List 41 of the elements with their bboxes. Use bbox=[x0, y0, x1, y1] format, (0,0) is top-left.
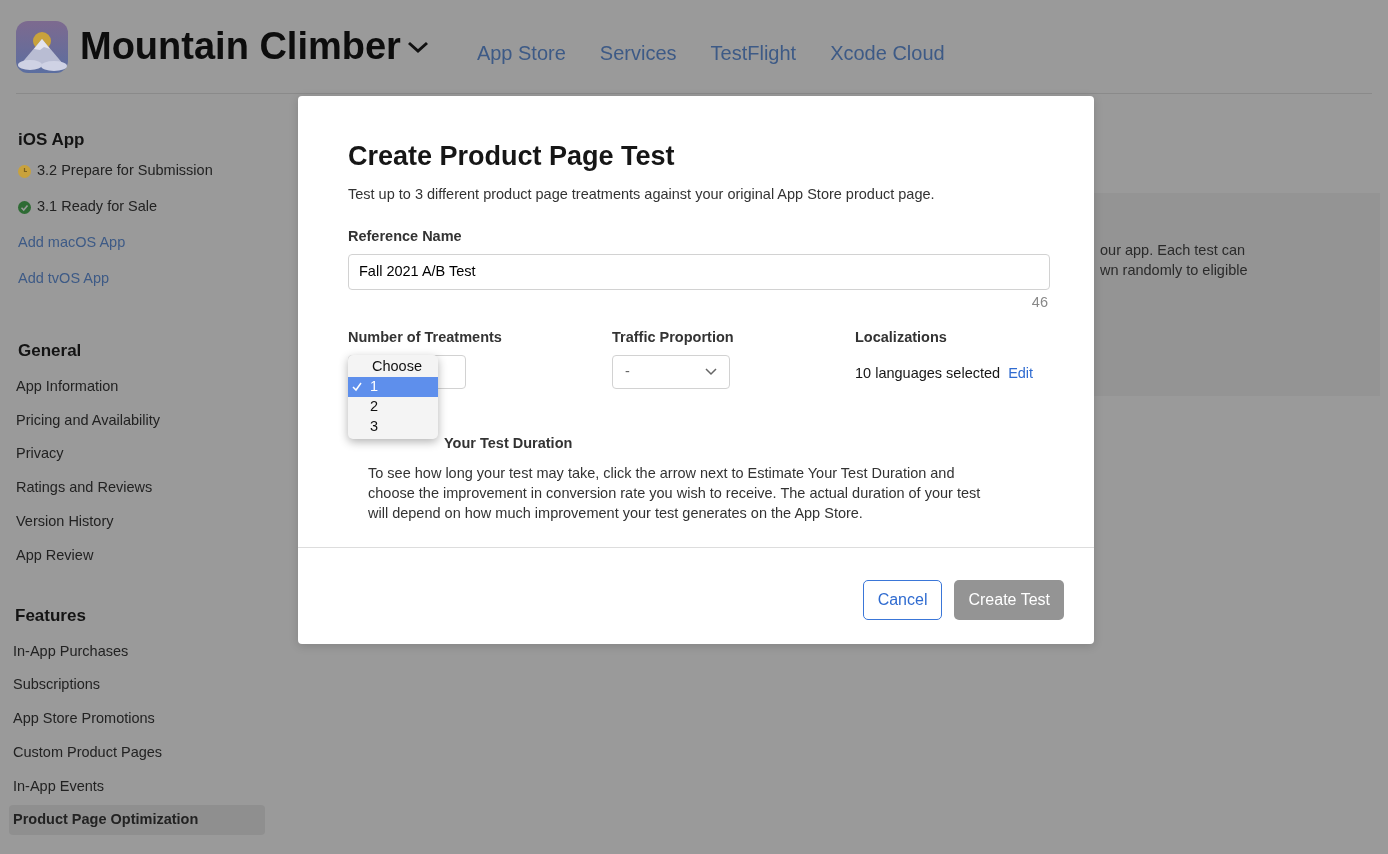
section-heading: General bbox=[18, 341, 83, 362]
sidebar-item[interactable]: In-App Purchases bbox=[9, 636, 265, 667]
sidebar-item[interactable]: App Information bbox=[12, 371, 265, 402]
sidebar-item[interactable]: Custom Product Pages bbox=[9, 737, 265, 768]
field-label: Number of Treatments bbox=[348, 328, 503, 348]
sidebar-item[interactable]: Ratings and Reviews bbox=[12, 473, 265, 503]
menu-option[interactable]: 2 bbox=[348, 397, 438, 418]
estimate-description: To see how long your test may take, click the arrow next to Estimate Your Test Duration and choose the improvement in conversion rate you wish to receive. The actual duration of your test will depend on how much improvement your test generates on the App Store. bbox=[368, 463, 982, 523]
sidebar-item[interactable]: App Store Promotions bbox=[9, 704, 265, 734]
app-title: Mountain Climber bbox=[80, 24, 401, 69]
body-text: wn randomly to eligible bbox=[1100, 261, 1248, 280]
section-title: Your Test Duration bbox=[443, 434, 574, 454]
field-label: Traffic Proportion bbox=[612, 328, 735, 348]
sidebar-item[interactable]: Version History bbox=[12, 506, 265, 537]
menu-option[interactable]: 1 bbox=[348, 377, 438, 398]
sidebar-item[interactable]: Subscriptions bbox=[9, 670, 265, 701]
sidebar-item[interactable]: Pricing and Availability bbox=[12, 405, 265, 436]
body-text: our app. Each test can bbox=[1100, 241, 1247, 260]
sidebar-item[interactable]: Privacy bbox=[12, 439, 265, 470]
edit-link[interactable]: Edit bbox=[1008, 365, 1034, 382]
traffic-proportion-select[interactable]: - bbox=[612, 355, 730, 390]
cancel-button[interactable]: Cancel bbox=[862, 579, 943, 620]
checkmark-icon bbox=[352, 382, 362, 393]
dialog-description: Test up to 3 different product page treatments against your original App Store product page. bbox=[348, 185, 936, 205]
sidebar-item[interactable]: App Review bbox=[12, 540, 265, 571]
sidebar-item[interactable]: In-App Events bbox=[9, 771, 265, 802]
reference-name-field[interactable]: Fall 2021 A/B Test bbox=[348, 253, 1050, 290]
localizations-value: 10 languages selected bbox=[855, 365, 1001, 382]
section-heading: iOS App bbox=[18, 130, 86, 151]
menu-option[interactable]: 3 bbox=[348, 417, 438, 438]
version-status[interactable]: 3.1 Ready for Sale bbox=[37, 196, 158, 218]
field-label: Localizations bbox=[855, 328, 948, 348]
sidebar-item[interactable]: Product Page Optimization bbox=[9, 805, 265, 836]
chevron-down-icon[interactable] bbox=[406, 39, 429, 54]
section-heading: Features bbox=[15, 606, 87, 627]
version-status[interactable]: 3.2 Prepare for Submission bbox=[37, 160, 213, 183]
field-label: Reference Name bbox=[348, 227, 463, 247]
app-icon bbox=[16, 20, 68, 73]
character-counter: 46 bbox=[1031, 293, 1048, 310]
dialog-title: Create Product Page Test bbox=[348, 140, 676, 173]
chevron-down-icon bbox=[705, 368, 717, 377]
